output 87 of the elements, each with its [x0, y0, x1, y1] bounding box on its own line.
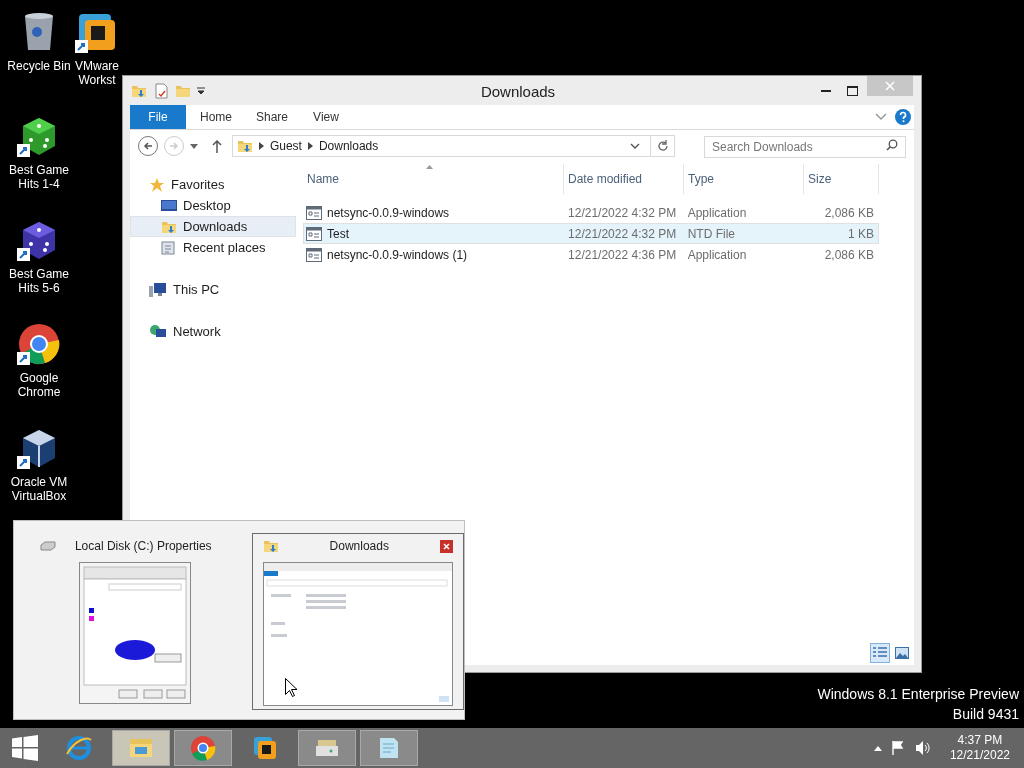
column-header[interactable]: Type	[684, 164, 804, 194]
column-header[interactable]: Name	[303, 164, 564, 194]
close-button[interactable]	[440, 539, 453, 553]
mouse-cursor-icon	[285, 678, 297, 697]
size-cell-text: 1 KB	[847, 225, 875, 243]
search-field[interactable]: Search Downloads	[704, 136, 906, 158]
watermark-text: Windows 8.1 Enterprise Preview	[817, 685, 1019, 704]
nav-item[interactable]: Recent places	[130, 237, 296, 258]
nav-item[interactable]: This PC	[130, 279, 296, 300]
type-cell-text: NTD File	[686, 225, 736, 243]
recent-locations-caret-icon[interactable]	[189, 143, 198, 149]
size-cell-text: 2,086 KB	[823, 204, 875, 222]
watermark-text: Build 9431	[952, 705, 1019, 724]
desktop-icon-label[interactable]: Best Game Hits 5-6	[2, 267, 76, 295]
ribbon-tab[interactable]: Share	[242, 105, 298, 129]
browser-icon	[65, 734, 93, 762]
date-modified-cell-text: 12/21/2022 4:32 PM	[567, 204, 678, 222]
clock[interactable]: 4:37 PM 12/21/2022	[949, 733, 1010, 763]
desktop-icon-label[interactable]: VMware Workst	[73, 59, 121, 87]
size-cell-text: 2,086 KB	[823, 246, 875, 264]
speaker-icon[interactable]	[915, 741, 932, 755]
ribbon-tab[interactable]: Home	[186, 105, 242, 129]
list-icon	[873, 647, 887, 659]
column-header[interactable]: Date modified	[564, 164, 684, 194]
nav-item[interactable]: Favorites	[130, 174, 296, 195]
downloads-folder-icon	[236, 138, 253, 154]
file-icon	[306, 226, 322, 241]
date-modified-cell-text: 12/21/2022 4:32 PM	[567, 225, 678, 243]
help-icon[interactable]	[895, 109, 911, 125]
nav-item[interactable]: Network	[130, 321, 296, 342]
monitor-icon	[161, 198, 177, 213]
flag-icon[interactable]	[891, 741, 906, 755]
up-arrow-icon[interactable]	[211, 139, 222, 153]
breadcrumb-item[interactable]: Guest	[269, 137, 302, 155]
close-icon	[885, 81, 895, 91]
desktop-icon-label[interactable]: Best Game Hits 1-4	[2, 163, 76, 191]
network-icon	[149, 323, 167, 340]
ribbon-tab[interactable]: File	[130, 105, 186, 129]
nav-item[interactable]: Desktop	[130, 195, 296, 216]
desktop-icon-label[interactable]: Recycle Bin	[2, 59, 76, 73]
column-header[interactable]: Size	[804, 164, 879, 194]
breadcrumb-arrow-icon[interactable]	[258, 142, 264, 150]
refresh-icon	[656, 140, 669, 152]
drive-icon	[40, 541, 56, 551]
preview-title: Local Disk (C:) Properties	[73, 538, 213, 555]
minimize-icon	[821, 89, 831, 92]
star-icon	[149, 176, 165, 193]
file-icon	[306, 205, 322, 220]
file-icon	[306, 247, 322, 262]
file-name: netsync-0.0.9-windows (1)	[327, 246, 468, 264]
maximize-icon	[846, 85, 858, 96]
breadcrumb-item[interactable]: Downloads	[318, 137, 379, 155]
forward-arrow-icon	[168, 141, 179, 151]
search-icon	[886, 139, 898, 151]
type-cell-text: Application	[686, 246, 748, 264]
chrome-icon	[189, 734, 217, 762]
windows-logo-icon	[12, 735, 38, 761]
app-icon	[251, 734, 279, 762]
file-row[interactable]: Test 12/21/2022 4:32 PM NTD File 1 KB	[303, 223, 879, 244]
type-cell-text: Application	[686, 204, 748, 222]
image-icon	[895, 647, 909, 659]
properties-icon[interactable]	[153, 82, 169, 99]
computer-icon	[149, 281, 167, 298]
close-icon	[443, 542, 450, 550]
downloads-folder-icon	[262, 538, 279, 554]
sort-caret-icon	[426, 165, 433, 169]
chevron-down-icon[interactable]	[630, 143, 640, 149]
back-arrow-icon	[143, 141, 153, 151]
date-modified-cell-text: 12/21/2022 4:36 PM	[567, 246, 678, 264]
address-bar[interactable]: Guest Downloads	[231, 135, 675, 157]
details-view-button[interactable]	[870, 643, 890, 663]
desktop-icon-label[interactable]: Google Chrome	[2, 371, 76, 399]
dropdown-icon[interactable]	[197, 86, 205, 95]
breadcrumb-arrow-icon[interactable]	[307, 142, 313, 150]
window-title: Downloads	[479, 82, 557, 102]
desktop-icon-label[interactable]: Oracle VM VirtualBox	[2, 475, 76, 503]
show-hidden-icons-caret-icon[interactable]	[873, 745, 882, 751]
preview-title: Downloads	[328, 538, 390, 555]
nav-item[interactable]: Downloads	[130, 216, 296, 237]
window-preview[interactable]: Local Disk (C:) Properties	[29, 533, 242, 710]
ribbon-tab[interactable]: View	[298, 105, 354, 129]
file-row[interactable]: netsync-0.0.9-windows (1) 12/21/2022 4:36 PM Application 2,086 KB	[303, 244, 879, 265]
file-name: netsync-0.0.9-windows	[327, 204, 450, 222]
file-row[interactable]: netsync-0.0.9-windows 12/21/2022 4:32 PM Application 2,086 KB	[303, 202, 879, 223]
recent-places-icon	[161, 239, 177, 256]
window-preview[interactable]: Downloads	[251, 533, 464, 710]
file-name: Test	[327, 225, 349, 243]
